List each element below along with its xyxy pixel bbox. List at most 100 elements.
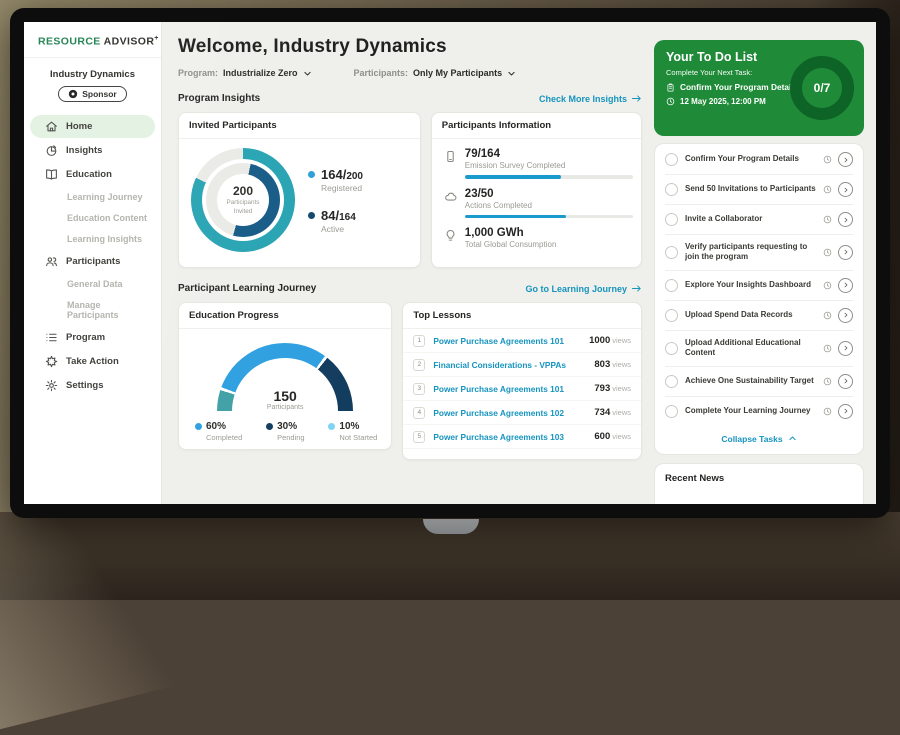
legend-value: 10% (339, 421, 359, 432)
education-progress-title: Education Progress (179, 303, 391, 329)
todo-tasks-card: Confirm Your Program Details Send 50 Inv… (654, 143, 864, 455)
donut-center-label: Participants Invited (217, 199, 269, 215)
task-checkbox[interactable] (665, 213, 678, 226)
sidebar-item[interactable]: Learning Journey (30, 187, 155, 207)
lesson-row[interactable]: 5 Power Purchase Agreements 103 600 view… (403, 425, 641, 449)
lesson-title-link[interactable]: Power Purchase Agreements 101 (433, 336, 589, 346)
task-open-button[interactable] (838, 245, 853, 260)
participants-information-title: Participants Information (432, 113, 641, 139)
brand-plus: + (154, 35, 159, 42)
lightbulb-icon (444, 229, 457, 242)
todo-next-task-label: Confirm Your Program Details (680, 82, 798, 92)
sidebar-item[interactable]: Insights (30, 139, 155, 162)
todo-task-list: Confirm Your Program Details Send 50 Inv… (665, 145, 853, 426)
collapse-tasks-button[interactable]: Collapse Tasks (665, 426, 853, 453)
task-row[interactable]: Achieve One Sustainability Target (665, 367, 853, 397)
education-icon (45, 168, 58, 181)
sidebar-item-label: Insights (66, 145, 102, 156)
lesson-row[interactable]: 1 Power Purchase Agreements 101 1000 vie… (403, 329, 641, 353)
task-row[interactable]: Explore Your Insights Dashboard (665, 271, 853, 301)
task-checkbox[interactable] (665, 279, 678, 292)
legend-label: Active (321, 224, 356, 234)
task-row[interactable]: Send 50 Invitations to Participants (665, 175, 853, 205)
legend-text: 84/164 Active (321, 208, 356, 234)
sidebar-item[interactable]: Manage Participants (30, 295, 155, 325)
check-more-insights-link[interactable]: Check More Insights (539, 93, 642, 104)
task-open-button[interactable] (838, 308, 853, 323)
task-label: Achieve One Sustainability Target (685, 376, 823, 386)
task-checkbox[interactable] (665, 309, 678, 322)
clock-icon (823, 344, 832, 353)
arrow-right-icon (631, 93, 642, 104)
legend-value: 60% (206, 421, 226, 432)
app-logo[interactable]: RESOURCE ADVISOR+ (24, 22, 161, 58)
lesson-title-link[interactable]: Power Purchase Agreements 102 (433, 408, 594, 418)
task-open-button[interactable] (838, 341, 853, 356)
task-row[interactable]: Verify participants requesting to join t… (665, 235, 853, 271)
stat-content: 23/50 Actions Completed (465, 188, 633, 219)
lesson-row[interactable]: 4 Power Purchase Agreements 102 734 view… (403, 401, 641, 425)
lesson-rank: 3 (413, 383, 425, 395)
legend-top: 30% (266, 421, 305, 432)
sidebar-item[interactable]: Take Action (30, 350, 155, 373)
lesson-row[interactable]: 2 Financial Considerations - VPPAs 803 v… (403, 353, 641, 377)
go-to-learning-journey-label: Go to Learning Journey (525, 284, 627, 294)
task-label: Upload Spend Data Records (685, 310, 823, 320)
invited-participants-card: Invited Participants 200 Participants In… (178, 112, 421, 268)
sidebar-item[interactable]: General Data (30, 274, 155, 294)
participants-information-body: 79/164 Emission Survey Completed 23/50 A… (432, 139, 641, 249)
task-row[interactable]: Confirm Your Program Details (665, 145, 853, 175)
progress-bar-track (465, 175, 633, 179)
task-checkbox[interactable] (665, 405, 678, 418)
stat-row: 23/50 Actions Completed (444, 188, 629, 219)
sidebar-item[interactable]: Participants (30, 250, 155, 273)
sidebar-item[interactable]: Learning Insights (30, 229, 155, 249)
program-dropdown[interactable]: Program: Industrialize Zero (178, 68, 312, 78)
task-open-button[interactable] (838, 212, 853, 227)
task-open-button[interactable] (838, 152, 853, 167)
sponsor-badge[interactable]: Sponsor (58, 86, 126, 102)
sidebar-item[interactable]: Settings (30, 374, 155, 397)
task-row[interactable]: Upload Spend Data Records (665, 301, 853, 331)
task-row[interactable]: Upload Additional Educational Content (665, 331, 853, 367)
participants-dropdown[interactable]: Participants: Only My Participants (354, 68, 517, 78)
go-to-learning-journey-link[interactable]: Go to Learning Journey (525, 283, 642, 294)
sidebar-item[interactable]: Home (30, 115, 155, 138)
task-checkbox[interactable] (665, 183, 678, 196)
task-open-button[interactable] (838, 278, 853, 293)
task-open-button[interactable] (838, 182, 853, 197)
sponsor-badge-icon (68, 89, 78, 99)
legend-label: Completed (206, 433, 242, 442)
task-checkbox[interactable] (665, 342, 678, 355)
education-gauge-chart: 150 Participants (217, 343, 353, 411)
sidebar-item[interactable]: Education Content (30, 208, 155, 228)
task-checkbox[interactable] (665, 153, 678, 166)
task-row[interactable]: Complete Your Learning Journey (665, 397, 853, 426)
collapse-tasks-label: Collapse Tasks (721, 434, 782, 444)
program-value: Industrialize Zero (223, 68, 298, 78)
brand-primary: RESOURCE (38, 36, 101, 48)
lesson-views-word: views (612, 384, 631, 393)
task-open-button[interactable] (838, 404, 853, 419)
todo-progress-ring: 0/7 (790, 56, 854, 120)
legend-top: 10% (328, 421, 377, 432)
sponsor-badge-wrap: Sponsor (24, 86, 161, 102)
todo-due-label: 12 May 2025, 12:00 PM (680, 97, 766, 106)
check-more-insights-label: Check More Insights (539, 94, 627, 104)
lesson-title-link[interactable]: Power Purchase Agreements 103 (433, 432, 594, 442)
task-open-button[interactable] (838, 374, 853, 389)
lesson-title-link[interactable]: Power Purchase Agreements 101 (433, 384, 594, 394)
lesson-row[interactable]: 3 Power Purchase Agreements 101 793 view… (403, 377, 641, 401)
actions-icon (444, 190, 457, 203)
todo-summary-card: Your To Do List Complete Your Next Task:… (654, 40, 864, 136)
legend-value: 84/ (321, 208, 339, 223)
lesson-title-link[interactable]: Financial Considerations - VPPAs (433, 360, 594, 370)
task-checkbox[interactable] (665, 246, 678, 259)
org-name: Industry Dynamics (24, 69, 161, 80)
task-row[interactable]: Invite a Collaborator (665, 205, 853, 235)
sidebar-item[interactable]: Education (30, 163, 155, 186)
education-progress-card: Education Progress 150 Participants (178, 302, 392, 450)
sidebar-item[interactable]: Program (30, 326, 155, 349)
chevron-right-icon (843, 312, 849, 318)
task-checkbox[interactable] (665, 375, 678, 388)
